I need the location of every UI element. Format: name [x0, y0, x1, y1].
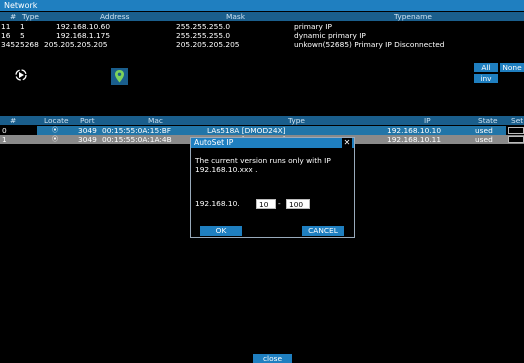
device-table-header: # Locate Port Mac Type IP State Set	[0, 116, 524, 125]
locate-icon[interactable]: ⦿	[52, 135, 58, 144]
close-button[interactable]: close	[253, 354, 292, 363]
network-table-header: # Type Address Mask Typename	[0, 12, 524, 21]
network-row[interactable]: 3452 5268 205.205.205.205 205.205.205.20…	[0, 40, 524, 49]
network-row[interactable]: 16 5 192.168.1.175 255.255.255.0 dynamic…	[0, 31, 524, 40]
filter-all-button[interactable]: All	[474, 63, 498, 72]
filter-inv-button[interactable]: inv	[474, 74, 498, 83]
col-mask: Mask	[226, 12, 246, 21]
window-title: Network	[0, 0, 524, 11]
map-pin-icon	[115, 70, 124, 83]
col-typename: Typename	[394, 12, 432, 21]
col-type: Type	[22, 12, 39, 21]
ip-to-input[interactable]: 100	[286, 199, 310, 209]
set-button[interactable]	[508, 136, 524, 143]
cancel-button[interactable]: CANCEL	[302, 226, 344, 236]
ok-button[interactable]: OK	[200, 226, 242, 236]
ip-prefix: 192.168.10.	[195, 199, 240, 208]
network-row[interactable]: 11 1 192.168.10.60 255.255.255.0 primary…	[0, 22, 524, 31]
col-num: #	[10, 12, 17, 21]
device-row[interactable]: 0 ⦿ 3049 00:15:55:0A:15:BF LAs518A [DMOD…	[0, 126, 524, 135]
ip-separator: -	[278, 199, 281, 208]
close-icon[interactable]: ✕	[342, 138, 352, 148]
locate-all-icon[interactable]	[14, 68, 28, 82]
map-pin-button[interactable]	[111, 68, 128, 85]
col-address: Address	[100, 12, 130, 21]
locate-icon[interactable]: ⦿	[52, 126, 58, 135]
ip-from-input[interactable]: 10	[256, 199, 276, 209]
dialog-title: AutoSet IP	[191, 138, 354, 148]
filter-none-button[interactable]: None	[500, 63, 524, 72]
autoset-ip-dialog: AutoSet IP ✕ The current version runs on…	[190, 137, 355, 238]
set-button[interactable]	[508, 127, 524, 134]
dialog-message: The current version runs only with IP 19…	[195, 156, 331, 174]
